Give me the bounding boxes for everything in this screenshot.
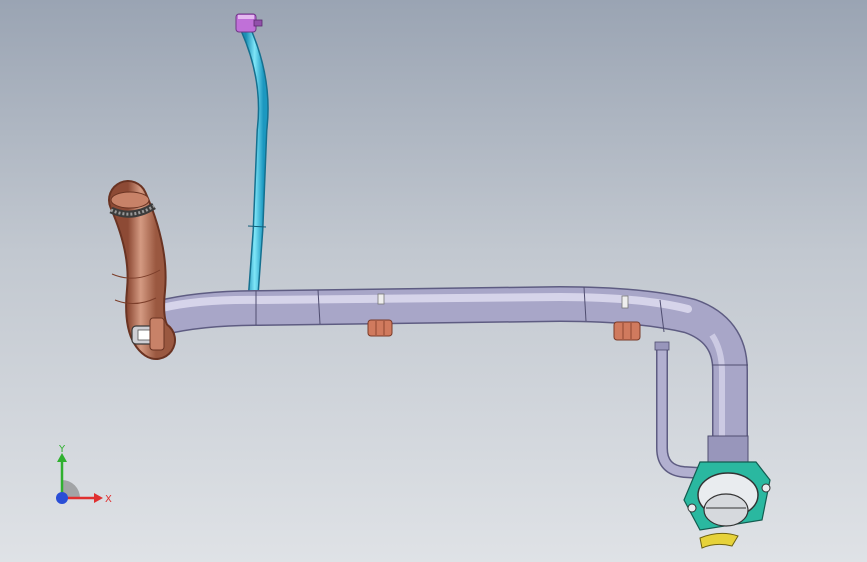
pipe-clip-left[interactable] [367,319,393,337]
filler-neck-housing[interactable] [683,435,771,531]
vent-cap[interactable] [235,13,263,33]
triad-graphic: Y X [56,444,112,505]
z-axis-origin [56,492,68,504]
pipe-clip-right[interactable] [613,321,641,341]
x-axis-label: X [105,494,112,505]
recirculation-line[interactable] [654,341,717,480]
model-scene[interactable] [0,0,867,562]
graphics-viewport[interactable]: Y X [0,0,867,562]
coordinate-triad: Y X [46,440,126,520]
x-axis-arrowhead [94,493,103,503]
pipe-stud-left[interactable] [377,293,385,305]
pipe-stud-right[interactable] [621,295,629,309]
fuel-cap-tether[interactable] [699,532,739,549]
vent-line[interactable] [240,24,269,318]
y-axis-label: Y [58,444,66,455]
